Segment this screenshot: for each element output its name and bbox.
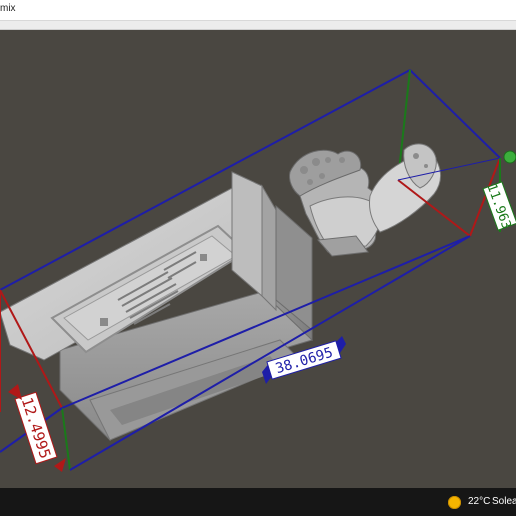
menu-bar — [0, 21, 516, 30]
dimension-height-value: 12.4995 — [18, 395, 55, 461]
pedestal-model[interactable] — [0, 171, 313, 442]
weather-temperature[interactable]: 22°C — [468, 496, 490, 507]
weather-condition[interactable]: Soleado — [492, 496, 516, 507]
window-title: mix — [0, 3, 16, 14]
scene-canvas[interactable]: 38.0695 12.4995 11.963 — [0, 30, 516, 488]
3d-viewport[interactable]: 38.0695 12.4995 11.963 — [0, 30, 516, 488]
taskbar: 22°C Soleado — [0, 488, 516, 516]
dimension-depth-label: 11.963 — [482, 181, 516, 231]
title-bar: mix — [0, 0, 516, 21]
sun-icon[interactable] — [448, 496, 461, 509]
rotate-handle-icon[interactable] — [503, 150, 516, 164]
